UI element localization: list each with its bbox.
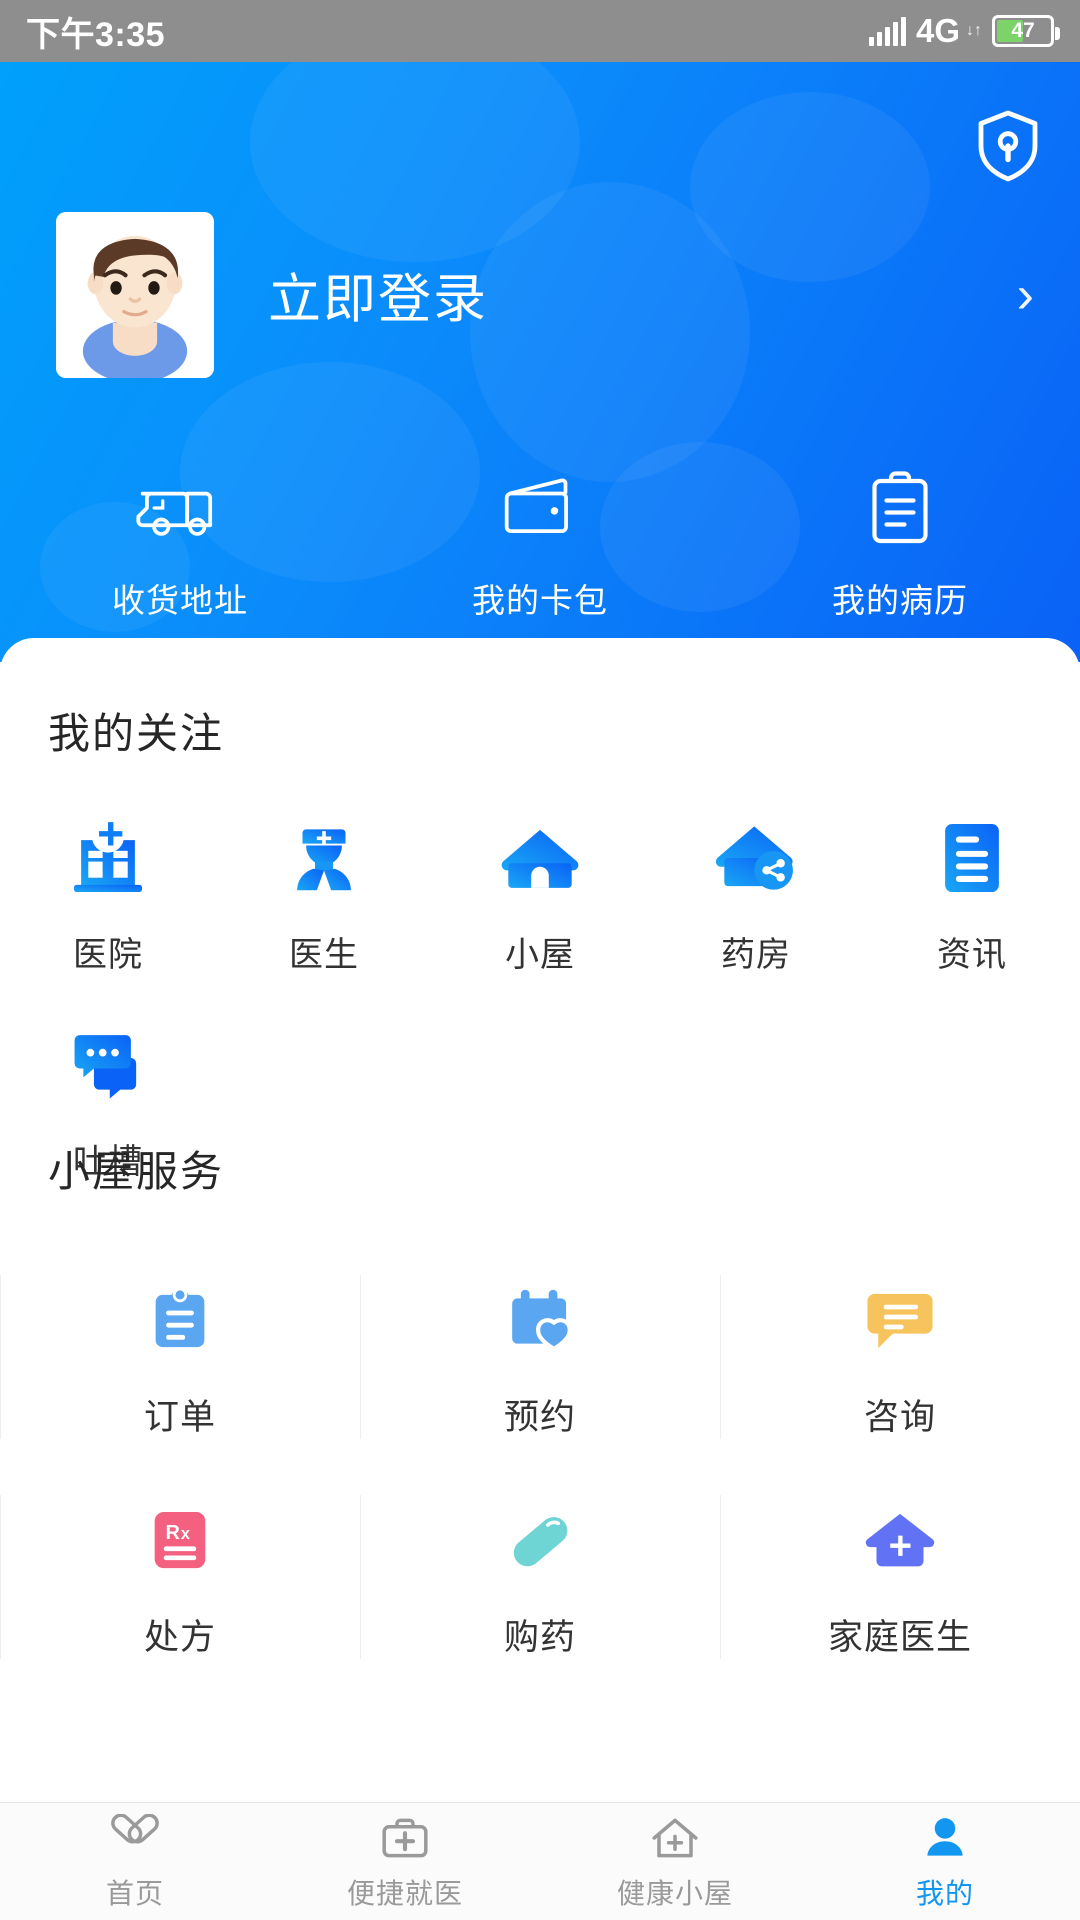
service-item-label: 购药 [503, 1617, 576, 1657]
service-item-appointment[interactable]: 预约 [359, 1247, 720, 1467]
battery-icon: 47 [992, 15, 1060, 47]
follow-section: 我的关注 医院 医生 小屋 药房 资讯 吐槽 [0, 638, 1080, 1219]
tab-label: 首页 [105, 1877, 164, 1909]
health-house-icon [649, 1812, 701, 1864]
follow-item-label: 医院 [73, 936, 143, 974]
content-sheet: 我的关注 医院 医生 小屋 药房 资讯 吐槽 小屋服务 订单 预约 咨询 R x… [0, 638, 1080, 1858]
shield-lock-icon[interactable] [972, 110, 1044, 182]
service-item-orders[interactable]: 订单 [0, 1247, 360, 1467]
tab-label: 健康小屋 [616, 1877, 733, 1909]
battery-level-label: 47 [1011, 19, 1035, 42]
tab-label: 我的 [915, 1877, 974, 1909]
order-clipboard-icon [142, 1275, 218, 1367]
news-document-icon [932, 805, 1012, 901]
login-row[interactable]: 立即登录 › [56, 210, 1040, 380]
service-item-label: 预约 [503, 1397, 576, 1437]
svg-text:R: R [166, 1522, 180, 1544]
calendar-heart-icon [500, 1275, 580, 1367]
follow-item-hospital[interactable]: 医院 [0, 805, 216, 976]
follow-item-house[interactable]: 小屋 [432, 805, 648, 976]
house-icon [496, 805, 584, 901]
service-item-label: 家庭医生 [827, 1617, 972, 1657]
service-grid: 订单 预约 咨询 R x 处方 购药 家庭医生 [0, 1247, 1080, 1687]
service-item-consult[interactable]: 咨询 [719, 1247, 1080, 1467]
tab-health-house[interactable]: 健康小屋 [540, 1803, 810, 1920]
capsules-home-icon [108, 1812, 162, 1864]
service-item-family-doctor[interactable]: 家庭医生 [719, 1467, 1080, 1687]
follow-item-label: 药房 [721, 936, 791, 974]
bottom-tab-bar: 首页 便捷就医 健康小屋 我的 [0, 1802, 1080, 1920]
follow-item-label: 小屋 [505, 936, 575, 974]
service-item-prescription[interactable]: R x 处方 [0, 1467, 360, 1687]
service-item-label: 咨询 [863, 1397, 936, 1437]
follow-item-label: 医生 [289, 936, 359, 974]
quick-action-my-cards[interactable]: 我的卡包 [360, 462, 720, 622]
wallet-icon [498, 462, 582, 554]
doctor-icon [281, 805, 367, 901]
status-bar-time: 下午3:35 [26, 15, 166, 54]
quick-action-label: 我的卡包 [472, 582, 608, 619]
app-root: 下午3:35 4G ↓↑ 47 立即登录 › 收货地址 我的卡包 我的病历 我的… [0, 0, 1080, 1920]
tab-label: 便捷就医 [346, 1877, 463, 1909]
follow-section-title: 我的关注 [48, 710, 225, 757]
quick-action-label: 我的病历 [832, 582, 968, 619]
profile-header: 立即登录 › 收货地址 我的卡包 我的病历 [0, 62, 1080, 662]
person-icon [920, 1812, 970, 1864]
tab-home[interactable]: 首页 [0, 1803, 270, 1920]
chevron-right-icon[interactable]: › [1017, 269, 1040, 321]
login-label[interactable]: 立即登录 [268, 257, 488, 333]
network-activity-icon: ↓↑ [966, 22, 982, 39]
tab-mine[interactable]: 我的 [810, 1803, 1080, 1920]
capsule-pill-icon [500, 1495, 580, 1587]
avatar[interactable] [56, 212, 214, 378]
medical-kit-icon [379, 1812, 431, 1864]
quick-action-label: 收货地址 [112, 582, 248, 619]
follow-item-label: 资讯 [937, 936, 1007, 974]
chat-bubbles-icon [64, 1012, 152, 1108]
status-bar: 下午3:35 4G ↓↑ 47 [0, 0, 1080, 62]
clipboard-record-icon [864, 462, 936, 554]
quick-action-delivery-address[interactable]: 收货地址 [0, 462, 360, 622]
service-section-title: 小屋服务 [48, 1148, 225, 1195]
service-item-buy-medicine[interactable]: 购药 [359, 1467, 720, 1687]
service-item-label: 订单 [143, 1397, 216, 1437]
service-section: 小屋服务 订单 预约 咨询 R x 处方 购药 家庭医生 [0, 1138, 1080, 1687]
follow-item-doctor[interactable]: 医生 [216, 805, 432, 976]
svg-text:x: x [181, 1525, 190, 1543]
hospital-icon [65, 805, 151, 901]
follow-item-pharmacy[interactable]: 药房 [648, 805, 864, 976]
prescription-rx-icon: R x [142, 1495, 218, 1587]
follow-item-news[interactable]: 资讯 [864, 805, 1080, 976]
pharmacy-share-icon [712, 805, 800, 901]
consult-chat-icon [860, 1275, 940, 1367]
quick-action-medical-records[interactable]: 我的病历 [720, 462, 1080, 622]
header-quick-actions: 收货地址 我的卡包 我的病历 [0, 462, 1080, 622]
delivery-truck-icon [134, 462, 226, 554]
network-type-label: 4G [915, 12, 960, 49]
signal-strength-icon [868, 16, 906, 46]
tab-convenient-care[interactable]: 便捷就医 [270, 1803, 540, 1920]
status-bar-indicators: 4G ↓↑ 47 [868, 12, 1060, 50]
family-doctor-house-icon [860, 1495, 940, 1587]
service-item-label: 处方 [143, 1617, 216, 1657]
